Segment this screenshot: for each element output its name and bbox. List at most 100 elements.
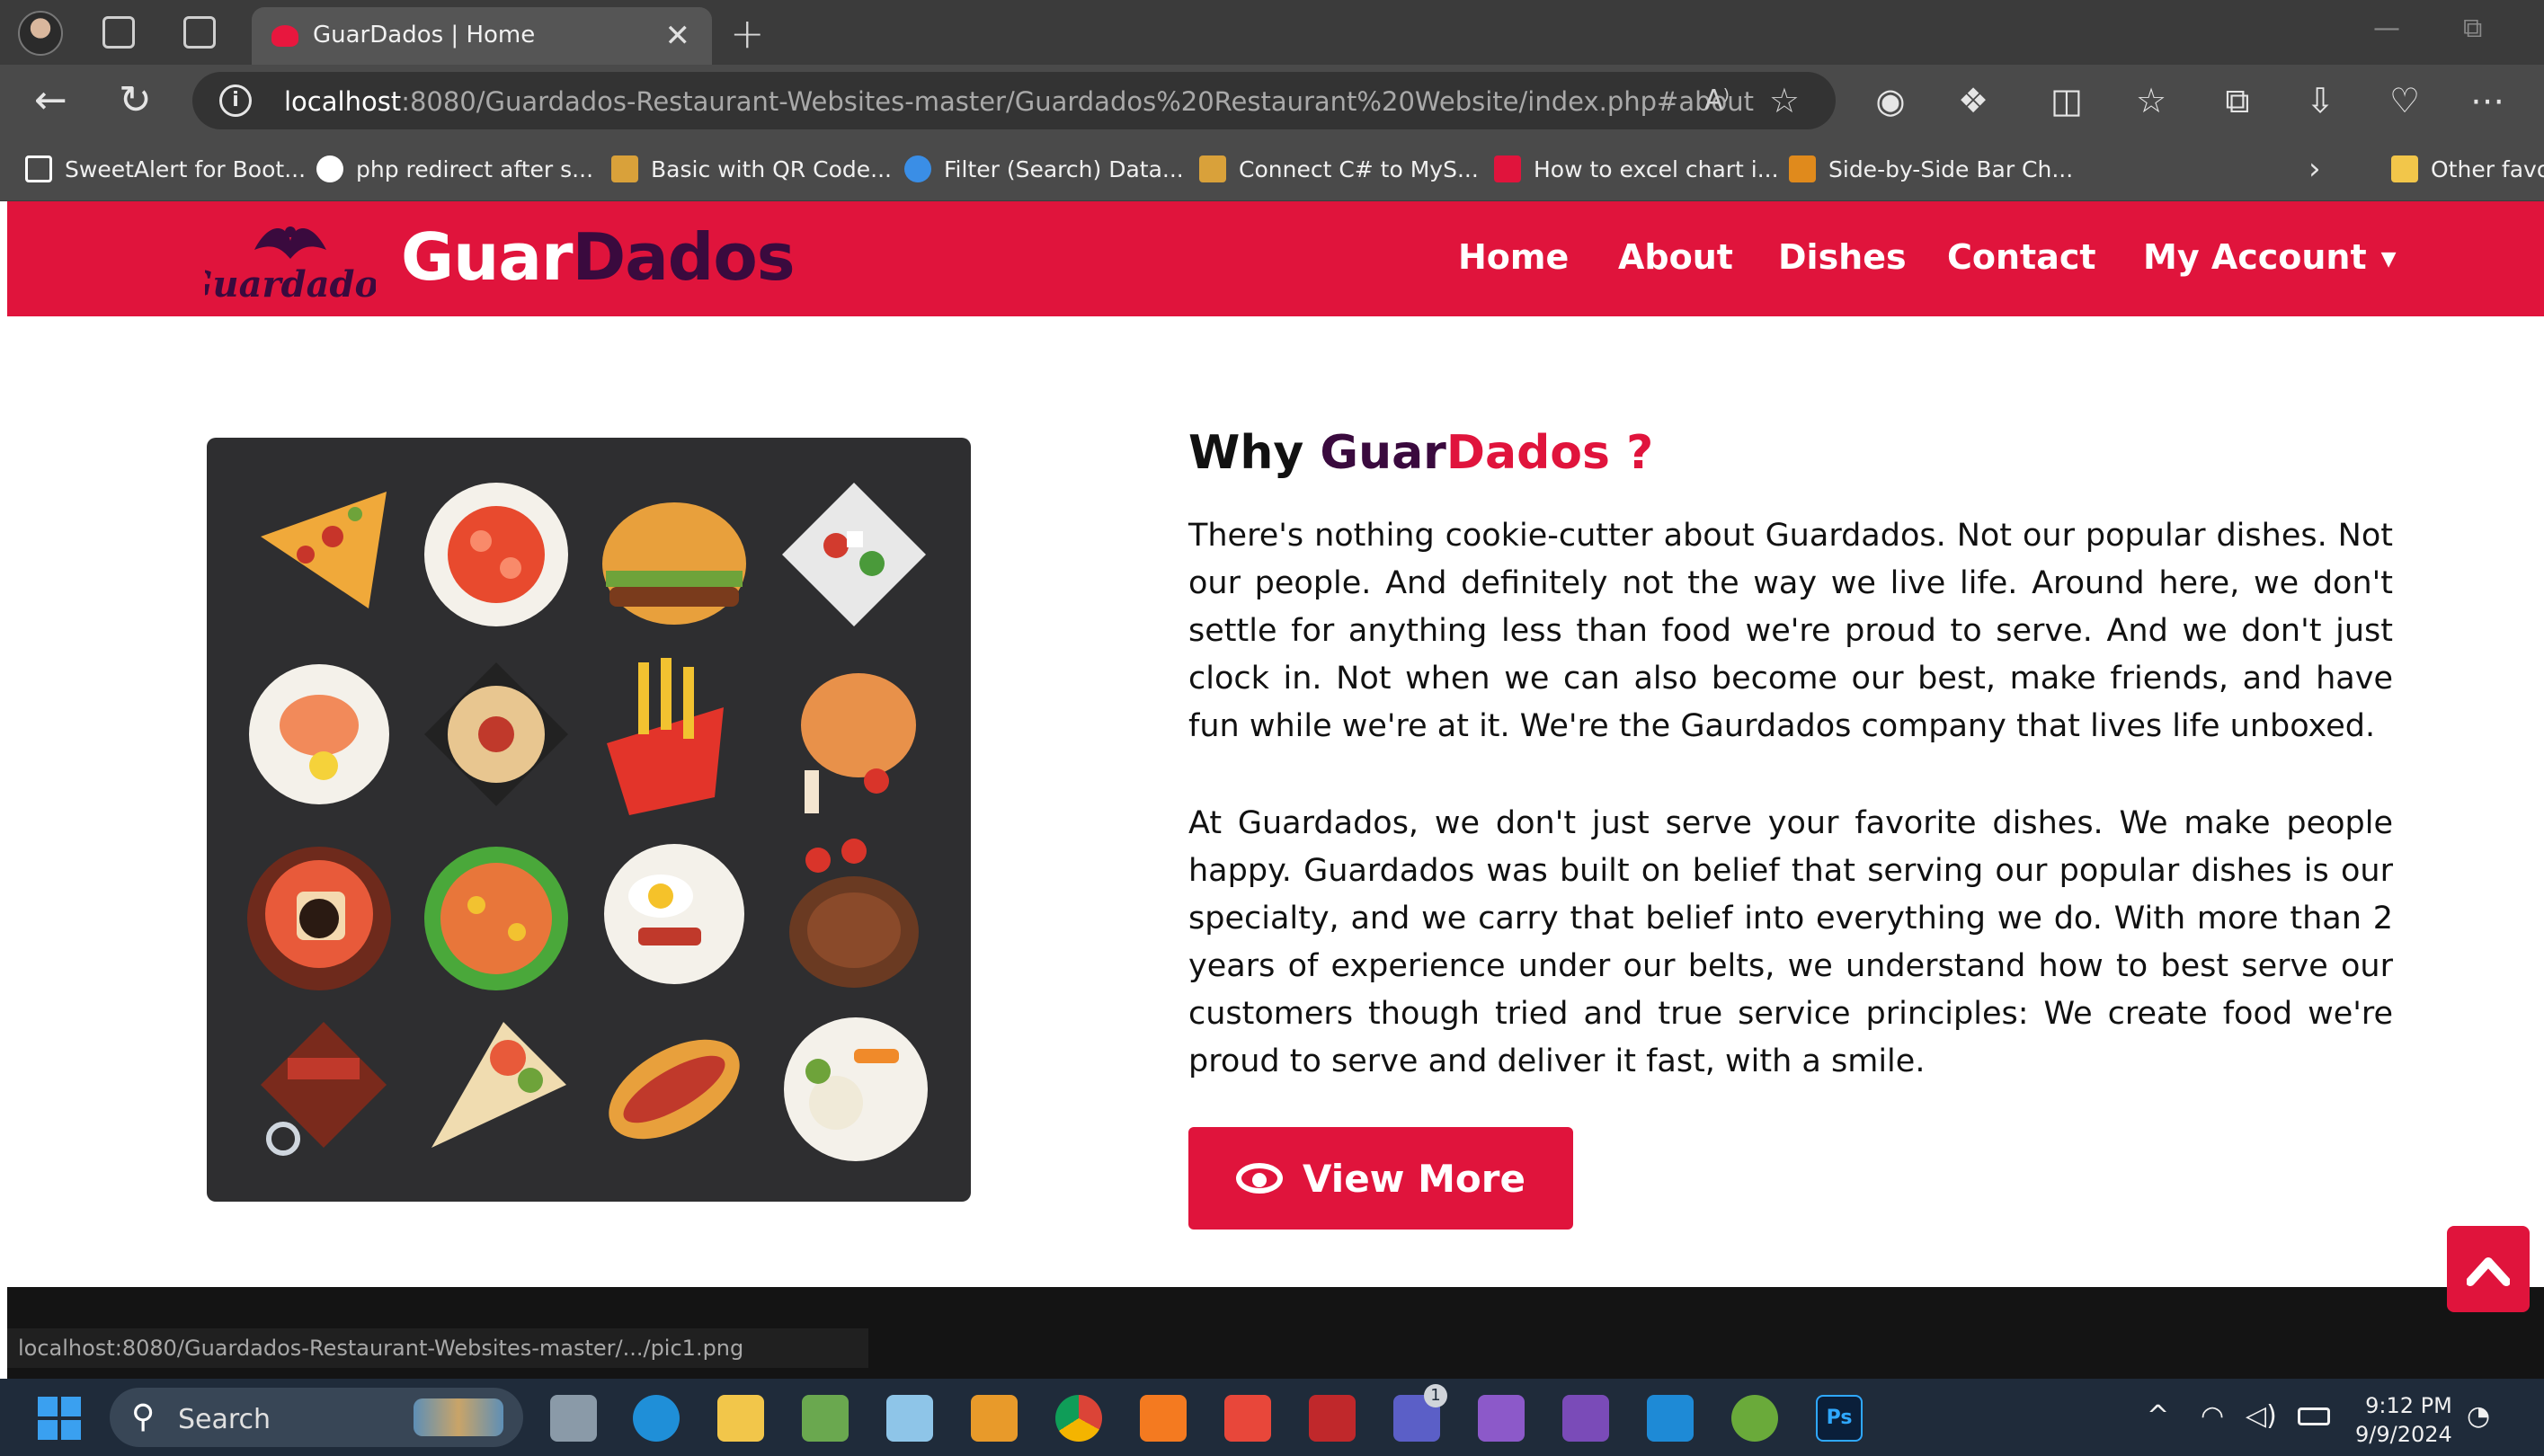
copilot-icon[interactable]: ◉ <box>1870 81 1911 120</box>
brand-part1: Guar <box>401 219 573 295</box>
bookmark-label: Side-by-Side Bar Ch... <box>1828 155 2074 182</box>
chrome-icon[interactable] <box>1055 1395 1102 1442</box>
photoshop-icon[interactable]: Ps <box>1816 1395 1863 1442</box>
downloads-icon[interactable]: ⇩ <box>2299 81 2341 120</box>
page-icon <box>25 155 52 182</box>
tab-close-icon[interactable]: ✕ <box>665 18 691 54</box>
teams-icon[interactable]: 1 <box>1393 1384 1447 1442</box>
bookmark-label: Connect C# to MyS... <box>1239 155 1479 182</box>
url-text: localhost:8080/Guardados-Restaurant-Webs… <box>284 86 1754 117</box>
xampp-icon[interactable] <box>1140 1395 1187 1442</box>
bookmark-label: How to excel chart i... <box>1534 155 1779 182</box>
nav-about[interactable]: About <box>1618 237 1733 277</box>
site-favicon-icon <box>271 25 298 47</box>
nav-home[interactable]: Home <box>1458 237 1569 277</box>
nav-contact[interactable]: Contact <box>1947 237 2096 277</box>
windows-taskbar: ⚲ Search 1 Ps ^ ◠ ◁) 9:12 PM 9/9/2024 ◔ <box>0 1379 2544 1456</box>
back-icon[interactable]: ← <box>34 81 67 120</box>
extensions-icon[interactable]: ❖ <box>1952 81 1994 120</box>
browser-essentials-icon[interactable]: ♡ <box>2384 81 2425 120</box>
eye-icon <box>1236 1163 1284 1194</box>
wifi-icon[interactable]: ◠ <box>2201 1400 2224 1432</box>
search-highlight-image <box>414 1398 503 1436</box>
folder-icon <box>2391 155 2418 182</box>
anydesk-icon[interactable] <box>1224 1395 1271 1442</box>
site-info-icon[interactable]: i <box>219 84 252 117</box>
url-field[interactable]: i localhost:8080/Guardados-Restaurant-We… <box>192 72 1836 129</box>
bookmark-label: SweetAlert for Boot... <box>65 155 307 182</box>
new-tab-icon[interactable]: + <box>730 9 765 58</box>
favorites-icon[interactable]: ☆ <box>2130 81 2172 120</box>
url-host: localhost <box>284 86 402 117</box>
split-screen-icon[interactable]: ◫ <box>2046 81 2087 120</box>
browser-address-bar: ← ↻ i localhost:8080/Guardados-Restauran… <box>0 65 2544 138</box>
github-icon <box>316 155 343 182</box>
favorite-star-icon[interactable]: ☆ <box>1769 81 1800 120</box>
guardados-logo[interactable]: Guardados <box>205 214 376 311</box>
restore-icon[interactable]: ⧉ <box>2463 13 2482 44</box>
site-icon <box>611 155 638 182</box>
profile-avatar[interactable] <box>18 11 63 56</box>
vscode-icon[interactable] <box>1647 1395 1694 1442</box>
chevron-right-icon[interactable]: › <box>2308 151 2321 187</box>
tab-actions-icon[interactable] <box>183 16 216 49</box>
workspaces-icon[interactable] <box>102 16 135 49</box>
task-view-icon[interactable] <box>550 1395 597 1442</box>
nav-my-account[interactable]: My Account ▼ <box>2143 237 2397 277</box>
bookmark-label: Filter (Search) Data... <box>944 155 1184 182</box>
taskbar-search[interactable]: ⚲ Search <box>110 1388 523 1447</box>
more-menu-icon[interactable]: ⋯ <box>2467 81 2508 120</box>
tab-title: GuarDados | Home <box>313 22 536 49</box>
volume-icon[interactable]: ◁) <box>2246 1400 2277 1432</box>
battery-icon[interactable] <box>2298 1407 2330 1425</box>
browser-tab-active[interactable]: GuarDados | Home ✕ <box>252 7 712 65</box>
view-more-button[interactable]: View More <box>1188 1127 1573 1230</box>
filezilla-icon[interactable] <box>1309 1395 1356 1442</box>
app-icon[interactable] <box>971 1395 1018 1442</box>
app-icon[interactable] <box>1731 1395 1778 1442</box>
url-path: :8080/Guardados-Restaurant-Websites-mast… <box>401 86 1754 117</box>
site-brand[interactable]: GuarDados <box>401 219 796 295</box>
scroll-to-top-button[interactable] <box>2447 1226 2530 1312</box>
other-favorites-label: Other favo <box>2431 155 2544 182</box>
bookmark-label: Basic with QR Code... <box>651 155 892 182</box>
tray-chevron-up-icon[interactable]: ^ <box>2147 1400 2169 1432</box>
food-dishes-image[interactable] <box>207 438 971 1202</box>
chevron-up-icon <box>2467 1257 2510 1286</box>
collections-icon[interactable]: ⧉ <box>2217 81 2258 121</box>
heading-dados: Dados ? <box>1445 426 1654 480</box>
heading-guar: Guar <box>1320 426 1446 480</box>
heading-prefix: Why <box>1188 426 1321 480</box>
read-aloud-icon[interactable]: A⁾ <box>1704 84 1730 116</box>
bookmark-item[interactable]: Basic with QR Code... <box>611 151 892 187</box>
bookmark-item[interactable]: Connect C# to MyS... <box>1199 151 1479 187</box>
logo-text: Guardados <box>205 263 376 306</box>
link-status-bar: localhost:8080/Guardados-Restaurant-Webs… <box>7 1328 868 1368</box>
about-heading: Why GuarDados ? <box>1188 426 1653 480</box>
search-icon: ⚲ <box>131 1398 156 1435</box>
bookmark-item[interactable]: Side-by-Side Bar Ch... <box>1789 151 2073 187</box>
visual-studio-icon[interactable] <box>1478 1395 1525 1442</box>
visual-studio-icon[interactable] <box>1562 1395 1609 1442</box>
brand-part2: Dados <box>572 219 795 295</box>
bookmark-item[interactable]: SweetAlert for Boot... <box>25 151 306 187</box>
windows-start-icon[interactable] <box>38 1397 81 1440</box>
notifications-bell-icon[interactable]: ◔ <box>2467 1400 2490 1432</box>
search-label: Search <box>178 1404 271 1435</box>
about-paragraph-2: At Guardados, we don't just serve your f… <box>1188 805 2393 1079</box>
notepad-icon[interactable] <box>802 1395 849 1442</box>
bookmark-item[interactable]: How to excel chart i... <box>1494 151 1779 187</box>
bookmark-item[interactable]: Filter (Search) Data... <box>904 151 1184 187</box>
nav-dishes[interactable]: Dishes <box>1778 237 1907 277</box>
edge-icon[interactable] <box>633 1395 680 1442</box>
bookmark-item[interactable]: php redirect after s... <box>316 151 593 187</box>
caret-down-icon: ▼ <box>2380 248 2397 271</box>
site-icon <box>1494 155 1521 182</box>
app-icon[interactable] <box>886 1395 933 1442</box>
reload-icon[interactable]: ↻ <box>119 81 152 120</box>
about-paragraph-1: There's nothing cookie-cutter about Guar… <box>1188 518 2393 744</box>
file-explorer-icon[interactable] <box>717 1395 764 1442</box>
other-favorites-folder[interactable]: Other favo <box>2391 151 2544 187</box>
taskbar-clock[interactable]: 9:12 PM 9/9/2024 <box>2355 1391 2452 1449</box>
minimize-icon[interactable]: — <box>2373 13 2400 44</box>
